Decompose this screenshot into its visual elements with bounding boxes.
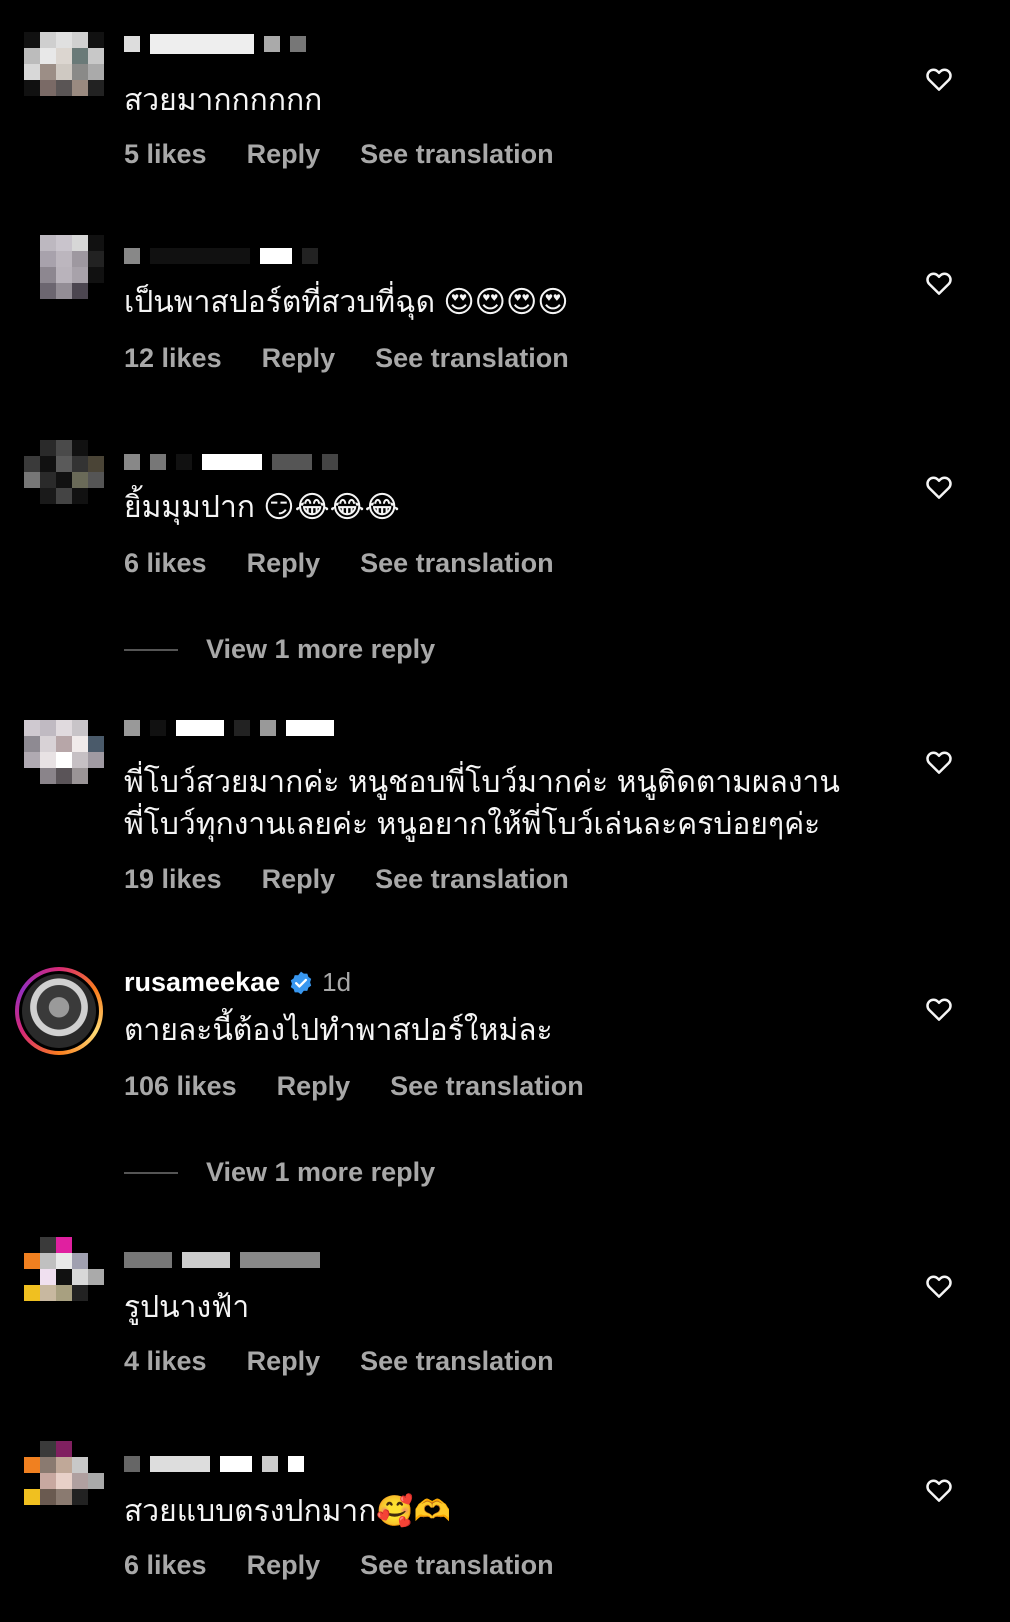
heart-icon[interactable] [924,994,954,1024]
divider-line [124,1171,178,1174]
divider-line [124,648,178,651]
reply-button[interactable]: Reply [247,1346,321,1377]
see-translation-button[interactable]: See translation [360,1550,554,1581]
avatar-photo [22,974,96,1048]
comment-text: เป็นพาสปอร์ตที่สวบที่ฉุด 😍😍😍😍 [124,286,569,319]
verified-badge-icon [290,971,312,994]
avatar[interactable] [24,32,104,112]
comment-meta: 106 likes Reply See translation [124,1071,584,1102]
comment-meta: 6 likes Reply See translation [124,548,554,579]
comment-text: ยิ้มมุมปาก 😏😂😂😂 [124,491,400,524]
username-redacted[interactable] [124,1456,304,1472]
see-translation-button[interactable]: See translation [390,1071,584,1102]
username[interactable]: rusameekae [124,967,280,998]
see-translation-button[interactable]: See translation [375,343,569,374]
username-redacted[interactable] [124,248,318,264]
comment-text-line-1: พี่โบว์สวยมากค่ะ หนูชอบพี่โบว์มากค่ะ หนู… [124,766,840,799]
comment-meta: 4 likes Reply See translation [124,1346,554,1377]
likes-count[interactable]: 6 likes [124,548,207,579]
likes-count[interactable]: 106 likes [124,1071,237,1102]
comment-meta: 12 likes Reply See translation [124,343,569,374]
likes-count[interactable]: 4 likes [124,1346,207,1377]
comment-text: ตายละนี้ต้องไปทำพาสปอร์ใหม่ละ [124,1014,553,1047]
username-redacted[interactable] [124,34,306,54]
avatar-inner [19,971,99,1051]
avatar[interactable] [24,720,104,800]
heart-icon[interactable] [924,64,954,94]
reply-button[interactable]: Reply [262,343,336,374]
timestamp: 1d [322,967,352,997]
view-more-label: View 1 more reply [206,1157,436,1187]
reply-button[interactable]: Reply [262,864,336,895]
heart-icon[interactable] [924,472,954,502]
comment-meta: 19 likes Reply See translation [124,864,569,895]
heart-icon[interactable] [924,1475,954,1505]
username-redacted[interactable] [124,454,338,470]
avatar[interactable] [24,1237,104,1317]
avatar[interactable] [24,440,104,520]
heart-icon[interactable] [924,268,954,298]
view-more-label: View 1 more reply [206,634,436,664]
username-redacted[interactable] [124,720,334,736]
comment-text: สวยมากกกกกก [124,84,323,117]
reply-button[interactable]: Reply [247,548,321,579]
view-more-replies-button[interactable]: View 1 more reply [124,634,435,665]
comment-text-line-2: พี่โบว์ทุกงานเลยค่ะ หนูอยากให้พี่โบว์เล่… [124,808,821,841]
reply-button[interactable]: Reply [277,1071,351,1102]
avatar-story-ring[interactable] [15,967,103,1055]
reply-button[interactable]: Reply [247,1550,321,1581]
username-row: rusameekae 1d [124,967,351,998]
view-more-replies-button[interactable]: View 1 more reply [124,1157,435,1188]
see-translation-button[interactable]: See translation [360,139,554,170]
avatar[interactable] [24,1441,104,1521]
likes-count[interactable]: 12 likes [124,343,222,374]
see-translation-button[interactable]: See translation [360,548,554,579]
likes-count[interactable]: 19 likes [124,864,222,895]
heart-icon[interactable] [924,1271,954,1301]
comment-meta: 6 likes Reply See translation [124,1550,554,1581]
comment-meta: 5 likes Reply See translation [124,139,554,170]
comment-text: รูปนางฟ้า [124,1291,250,1324]
see-translation-button[interactable]: See translation [360,1346,554,1377]
heart-icon[interactable] [924,747,954,777]
reply-button[interactable]: Reply [247,139,321,170]
likes-count[interactable]: 6 likes [124,1550,207,1581]
likes-count[interactable]: 5 likes [124,139,207,170]
comment-text: สวยแบบตรงปกมาก🥰🫶 [124,1495,452,1528]
avatar[interactable] [24,235,104,315]
username-redacted[interactable] [124,1252,320,1268]
see-translation-button[interactable]: See translation [375,864,569,895]
